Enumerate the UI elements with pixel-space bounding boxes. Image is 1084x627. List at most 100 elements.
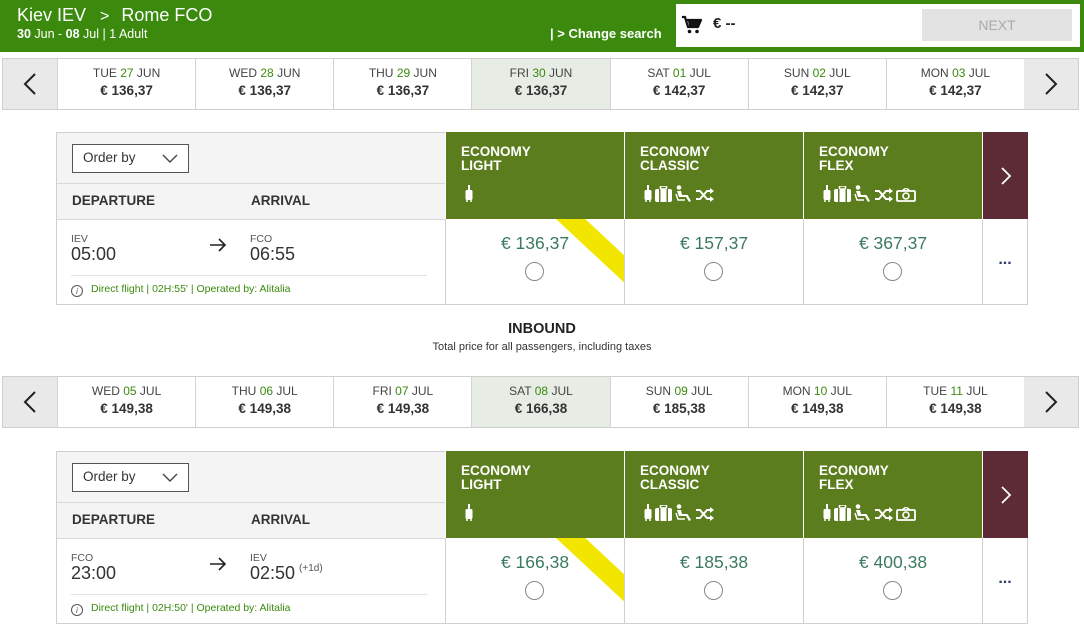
chevron-down-icon (162, 473, 178, 482)
chevron-right-icon (1045, 391, 1058, 413)
small-bag-icon (644, 185, 652, 202)
inbound-date-cell[interactable]: FRI 07 JUL € 149,38 (333, 377, 471, 427)
departure-time: 23:00 (71, 563, 117, 583)
fare-features (823, 184, 916, 202)
flight-details[interactable]: i Direct flight | 02H:55' | Operated by: … (71, 275, 427, 297)
inbound-date-cell[interactable]: SAT 08 JUL € 166,38 (471, 377, 610, 427)
outbound-date-cell[interactable]: THU 29 JUN € 136,37 (333, 59, 471, 109)
date-day: 27 (120, 66, 134, 80)
flight-details[interactable]: i Direct flight | 02H:50' | Operated by: … (71, 594, 427, 616)
date-label: SUN 09 JUL (611, 384, 748, 398)
booking-header: Kiev IEV > Rome FCO 30 Jun - 08 Jul | 1 Ad… (0, 0, 1084, 52)
date-dow: TUE (92, 66, 117, 80)
fare-radio-button[interactable] (704, 581, 723, 600)
arrow-right-icon (210, 238, 227, 252)
inbound-date-cell[interactable]: SUN 09 JUL € 185,38 (609, 377, 748, 427)
date-month: JUL (691, 384, 713, 398)
fare-name: ECONOMY CLASSIC (640, 464, 760, 492)
fare-option[interactable]: € 185,38 (624, 538, 803, 624)
more-fares-button[interactable] (982, 132, 1028, 219)
fare-column-light: ECONOMY LIGHT € 166,38 (445, 451, 624, 624)
fare-radio-button[interactable] (525, 581, 544, 600)
outbound-next-dates-button[interactable] (1023, 59, 1078, 109)
date-label: MON 03 JUL (887, 66, 1024, 80)
fare-features (465, 503, 473, 521)
date-month: JUL (276, 384, 298, 398)
fare-name-line2: CLASSIC (640, 158, 700, 173)
flight-details-text: Direct flight | 02H:55' | Operated by: A… (91, 283, 291, 295)
fare-name-line2: LIGHT (461, 158, 502, 173)
date-day: 30 (532, 66, 546, 80)
date-day: 07 (395, 384, 409, 398)
date-month: JUL (829, 66, 851, 80)
inbound-next-dates-button[interactable] (1023, 377, 1078, 427)
outbound-prev-dates-button[interactable] (3, 59, 57, 109)
date-label: FRI 30 JUN (472, 66, 609, 80)
origin-city: Kiev IEV (17, 5, 87, 25)
arrival-time: 02:50 (250, 563, 296, 583)
more-options-button[interactable]: ... (982, 219, 1028, 305)
order-row: Order by (57, 133, 445, 183)
fare-radio-button[interactable] (704, 262, 723, 281)
inbound-date-cell[interactable]: MON 10 JUL € 149,38 (747, 377, 886, 427)
fare-option[interactable]: € 157,37 (624, 219, 803, 305)
outbound-date-cell[interactable]: SAT 01 JUL € 142,37 (609, 59, 748, 109)
fare-price: € 157,37 (679, 233, 749, 253)
inbound-prev-dates-button[interactable] (3, 377, 57, 427)
date-month: JUN (549, 66, 573, 80)
destination-city: Rome FCO (121, 5, 213, 25)
date-month: JUL (689, 66, 711, 80)
checked-bag-icon (655, 505, 672, 521)
trip-summary: 30 Jun - 08 Jul | 1 Adult (17, 27, 147, 41)
date-day: 03 (952, 66, 966, 80)
arrival-header: ARRIVAL (251, 512, 310, 527)
outbound-date-cell[interactable]: WED 28 JUN € 136,37 (195, 59, 333, 109)
checked-bag-icon (655, 186, 672, 202)
fare-radio-button[interactable] (525, 262, 544, 281)
inbound-flight-table: Order by DEPARTURE ARRIVAL FCO 23:00 IEV 02:50… (56, 451, 1028, 624)
outbound-date-cell[interactable]: TUE 27 JUN € 136,37 (57, 59, 195, 109)
fare-name-line2: FLEX (819, 477, 854, 492)
more-options-button[interactable]: ... (982, 538, 1028, 624)
fare-radio-button[interactable] (883, 262, 902, 281)
fare-column-flex: ECONOMY FLEX € 367,37 (803, 132, 982, 305)
seat-icon (854, 504, 870, 521)
outbound-date-cell[interactable]: FRI 30 JUN € 136,37 (471, 59, 610, 109)
date-dow: FRI (509, 66, 529, 80)
fare-option[interactable]: € 166,38 (445, 538, 624, 624)
order-by-label: Order by (83, 150, 136, 165)
date-month: JUN (136, 66, 161, 80)
route-title: Kiev IEV > Rome FCO (17, 5, 212, 26)
date-dow: TUE (923, 384, 948, 398)
fare-price: € 185,38 (679, 552, 749, 572)
inbound-date-cell[interactable]: THU 06 JUL € 149,38 (195, 377, 333, 427)
fare-name-line2: CLASSIC (640, 477, 700, 492)
chevron-right-icon (1045, 73, 1058, 95)
inbound-date-cell[interactable]: TUE 11 JUL € 149,38 (885, 377, 1024, 427)
fare-option[interactable]: € 136,37 (445, 219, 624, 305)
inbound-date-cell[interactable]: WED 05 JUL € 149,38 (57, 377, 195, 427)
depart-day: 30 (17, 27, 31, 41)
next-button[interactable]: NEXT (922, 9, 1072, 41)
change-search-link[interactable]: | > Change search (550, 26, 662, 41)
order-by-dropdown[interactable]: Order by (72, 463, 189, 492)
outbound-date-cell[interactable]: MON 03 JUL € 142,37 (885, 59, 1024, 109)
departure-time: 05:00 (71, 244, 117, 264)
small-bag-icon (644, 504, 652, 521)
date-month: JUL (139, 384, 162, 398)
fare-name: ECONOMY FLEX (819, 145, 939, 173)
order-by-dropdown[interactable]: Order by (72, 144, 189, 173)
cart-icon[interactable] (681, 14, 703, 36)
flight-selection-page: Kiev IEV > Rome FCO 30 Jun - 08 Jul | 1 Ad… (0, 0, 1084, 627)
more-fares-button[interactable] (982, 451, 1028, 538)
fare-radio-button[interactable] (883, 581, 902, 600)
fare-option[interactable]: € 367,37 (803, 219, 982, 305)
outbound-date-cell[interactable]: SUN 02 JUL € 142,37 (747, 59, 886, 109)
date-label: WED 05 JUL (58, 384, 195, 398)
change-flight-icon (875, 507, 893, 521)
date-day: 02 (812, 66, 826, 80)
fare-option[interactable]: € 400,38 (803, 538, 982, 624)
fare-name: ECONOMY CLASSIC (640, 145, 760, 173)
departure-header: DEPARTURE (72, 193, 156, 208)
date-dow: SAT (647, 66, 670, 80)
